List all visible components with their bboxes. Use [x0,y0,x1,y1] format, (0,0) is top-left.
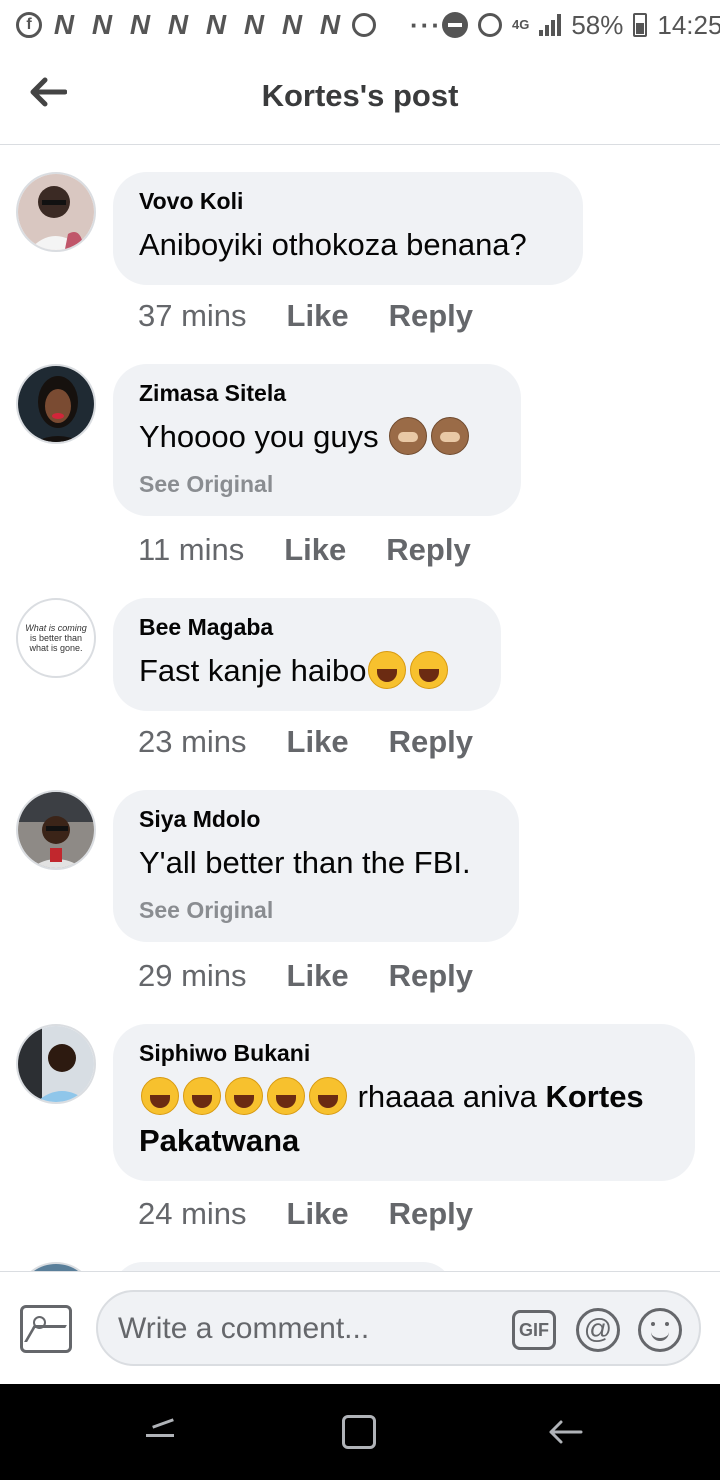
comment-bubble[interactable]: Bee Magaba Fast kanje haibo [113,598,501,711]
network-type-icon: 4G [511,17,530,32]
system-navigation-bar [0,1384,720,1480]
like-button[interactable]: Like [287,298,349,334]
comment-time[interactable]: 23 mins [138,724,247,760]
avatar-photo [18,366,94,442]
avatar-photo [18,1026,94,1102]
see-original-link[interactable]: See Original [139,897,493,924]
avatar-quote-line: is better than [29,633,83,643]
alarm-icon [352,13,376,37]
avatar[interactable] [16,790,96,870]
reply-button[interactable]: Reply [386,532,470,568]
do-not-disturb-icon [441,12,468,38]
like-button[interactable]: Like [287,958,349,994]
comment-text: Fast kanje haibo [139,649,475,693]
avatar[interactable] [16,172,96,252]
avatar-quote-line: What is coming [25,623,87,633]
comments-list[interactable]: Vovo Koli Aniboyiki othokoza benana? 37 … [0,146,720,1271]
notification-n-icon: N [167,9,189,40]
recent-apps-button[interactable] [140,1412,180,1452]
battery-icon [633,13,648,37]
avatar-photo [18,792,94,868]
comment-actions: 11 mins Like Reply [138,532,471,568]
joy-emoji-icon [368,651,407,689]
see-original-link[interactable]: See Original [139,471,495,498]
comment-actions: 24 mins Like Reply [138,1196,473,1232]
comment-text-content: rhaaaa aniva [349,1079,546,1114]
notification-n-icon: N [319,9,341,40]
clock-time: 14:25 [657,9,720,40]
comment-composer: Write a comment... GIF @ [0,1271,720,1384]
comment-time[interactable]: 24 mins [138,1196,247,1232]
rofl-emoji-icon [183,1077,221,1115]
avatar[interactable] [16,1024,96,1104]
alarm-icon [477,13,502,37]
comment-text: Yhoooo you guys [139,415,495,459]
comment-bubble[interactable]: Vovo Koli Aniboyiki othokoza benana? [113,172,583,285]
avatar[interactable] [16,364,96,444]
back-nav-button[interactable] [545,1412,585,1452]
notification-n-icon: N [129,9,151,40]
notification-n-icon: N [91,9,113,40]
back-arrow-icon [549,1420,583,1444]
battery-percentage: 58% [571,9,624,40]
avatar[interactable] [16,1262,96,1271]
comment-text: rhaaaa aniva Kortes Pakatwana [139,1075,669,1163]
notification-n-icon: N [205,9,227,40]
notification-n-icon: N [53,9,75,40]
mention-button[interactable]: @ [576,1308,620,1352]
reply-button[interactable]: Reply [389,958,473,994]
page-title: Kortes's post [261,78,459,113]
see-no-evil-monkey-icon [431,417,470,455]
emoji-icon[interactable] [638,1308,682,1352]
avatar-photo [18,174,94,250]
like-button[interactable]: Like [287,1196,349,1232]
comment-bubble[interactable]: Siya Mdolo Y'all better than the FBI. Se… [113,790,519,942]
comment-text-content: Fast kanje haibo [139,653,367,688]
comment-input[interactable]: Write a comment... GIF @ [96,1290,701,1366]
comment-text-content: Yhoooo you guys [139,419,388,454]
photo-icon[interactable] [20,1305,72,1353]
avatar[interactable]: What is coming is better than what is go… [16,598,96,678]
rofl-emoji-icon [267,1077,305,1115]
comment-author[interactable]: Vovo Koli [139,188,557,215]
gif-button[interactable]: GIF [512,1310,556,1350]
comment-author[interactable]: Zimasa Sitela [139,380,495,407]
comment-text: Aniboyiki othokoza benana? [139,227,527,262]
reply-button[interactable]: Reply [389,1196,473,1232]
comment-bubble[interactable] [113,1262,453,1271]
comment-time[interactable]: 29 mins [138,958,247,994]
comment-actions: 37 mins Like Reply [138,298,473,334]
comment-actions: 23 mins Like Reply [138,724,473,760]
like-button[interactable]: Like [287,724,349,760]
more-notifications-icon: ··· [410,9,442,40]
home-button[interactable] [342,1415,376,1449]
signal-strength-icon [539,14,562,36]
comment-author[interactable]: Siya Mdolo [139,806,493,833]
like-button[interactable]: Like [284,532,346,568]
reply-button[interactable]: Reply [389,724,473,760]
comment-input-placeholder: Write a comment... [118,1312,370,1345]
comment-bubble[interactable]: Siphiwo Bukani rhaaaa aniva Kortes Pakat… [113,1024,695,1181]
status-bar: f N N N N N N N N ··· 4G 58% 14:25 [0,0,720,50]
facebook-notification-icon: f [16,12,42,38]
post-header: Kortes's post [0,50,720,145]
comment-text: Y'all better than the FBI. [139,845,471,880]
reply-button[interactable]: Reply [389,298,473,334]
notification-n-icon: N [243,9,265,40]
rofl-emoji-icon [141,1077,179,1115]
avatar-quote-line: what is gone. [29,643,83,653]
comment-bubble[interactable]: Zimasa Sitela Yhoooo you guys See Origin… [113,364,521,516]
comment-actions: 29 mins Like Reply [138,958,473,994]
rofl-emoji-icon [309,1077,347,1115]
comment-author[interactable]: Bee Magaba [139,614,475,641]
rofl-emoji-icon [225,1077,263,1115]
comment-time[interactable]: 11 mins [138,532,244,568]
rofl-emoji-icon [410,651,449,689]
notification-n-icon: N [281,9,303,40]
see-no-evil-monkey-icon [389,417,428,455]
comment-time[interactable]: 37 mins [138,298,247,334]
comment-author[interactable]: Siphiwo Bukani [139,1040,669,1067]
